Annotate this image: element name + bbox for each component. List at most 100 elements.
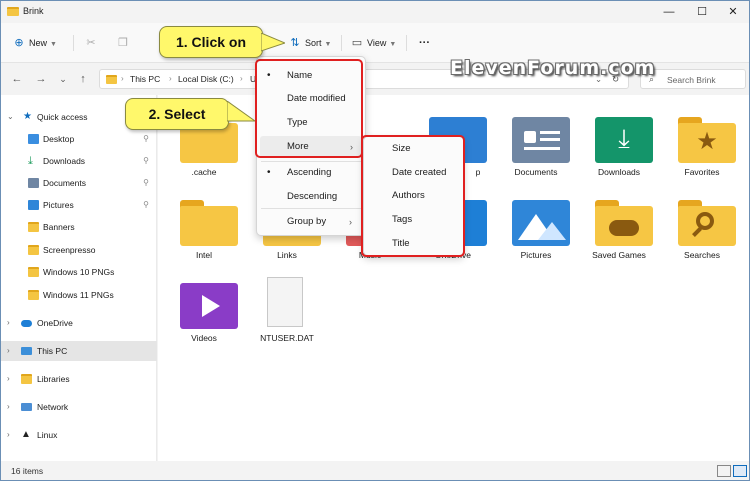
view-icon: ▭ bbox=[351, 37, 363, 49]
sidebar-item-documents[interactable]: Documents ⚲ bbox=[1, 173, 157, 193]
folder-item-pictures[interactable]: Pictures bbox=[498, 182, 574, 262]
sidebar-item-windows-10-pngs[interactable]: Windows 10 PNGs bbox=[1, 262, 157, 282]
sidebar-item-label: Banners bbox=[43, 222, 75, 232]
folder-item-documents[interactable]: Documents bbox=[498, 99, 574, 179]
videos-icon bbox=[180, 283, 238, 329]
chevron-down-icon: ⌄ bbox=[7, 112, 14, 121]
sidebar-item-screenpresso[interactable]: Screenpresso bbox=[1, 240, 157, 260]
sidebar-item-linux[interactable]: › ▲ Linux bbox=[1, 425, 157, 445]
sort-menu-item-descending[interactable]: Descending bbox=[257, 186, 365, 208]
network-icon bbox=[21, 403, 32, 411]
minimize-button[interactable]: — bbox=[653, 1, 685, 23]
item-label: Saved Games bbox=[592, 250, 646, 260]
scissors-icon: ✂ bbox=[86, 37, 96, 49]
selected-bullet-icon: • bbox=[267, 167, 271, 178]
large-icons-view-icon[interactable] bbox=[733, 465, 747, 477]
sidebar-item-onedrive[interactable]: › OneDrive bbox=[1, 313, 157, 333]
chevron-right-icon: › bbox=[7, 430, 10, 439]
toolbar-divider bbox=[341, 35, 342, 51]
menu-divider bbox=[261, 208, 361, 209]
pin-icon[interactable]: ⚲ bbox=[143, 151, 149, 171]
new-button[interactable]: ⊕ New ▼ bbox=[13, 35, 57, 51]
chevron-right-icon: › bbox=[7, 402, 10, 411]
pictures-icon bbox=[28, 200, 39, 210]
documents-icon bbox=[512, 117, 570, 163]
item-label: Searches bbox=[684, 250, 720, 260]
folder-icon bbox=[28, 290, 39, 300]
cut-button[interactable]: ✂ bbox=[85, 35, 101, 51]
recent-locations-icon[interactable]: ⌄ bbox=[55, 71, 71, 87]
searches-icon bbox=[678, 200, 736, 246]
view-button[interactable]: ▭ View ▼ bbox=[351, 35, 397, 51]
star-icon: ★ bbox=[23, 111, 32, 122]
sidebar-item-pictures[interactable]: Pictures ⚲ bbox=[1, 195, 157, 215]
sort-menu-item-ascending[interactable]: • Ascending bbox=[257, 162, 365, 184]
sidebar-item-downloads[interactable]: ⤓ Downloads ⚲ bbox=[1, 151, 157, 171]
menu-item-label: Group by bbox=[287, 216, 327, 227]
toolbar-divider bbox=[406, 35, 407, 51]
pin-icon[interactable]: ⚲ bbox=[143, 173, 149, 193]
folder-icon bbox=[28, 267, 39, 277]
pin-icon[interactable]: ⚲ bbox=[143, 129, 149, 149]
details-view-icon[interactable] bbox=[717, 465, 731, 477]
folder-item-saved-games[interactable]: Saved Games bbox=[581, 182, 657, 262]
maximize-button[interactable]: ☐ bbox=[686, 1, 718, 23]
new-label: New bbox=[29, 38, 48, 48]
pin-icon[interactable]: ⚲ bbox=[143, 195, 149, 215]
item-label: .cache bbox=[191, 167, 217, 177]
item-label: NTUSER.DAT bbox=[260, 333, 314, 343]
see-more-button[interactable]: ··· bbox=[419, 35, 430, 51]
back-icon[interactable]: ← bbox=[9, 71, 25, 87]
sidebar-item-label: Libraries bbox=[37, 374, 70, 384]
sidebar-item-this-pc[interactable]: › This PC bbox=[1, 341, 157, 361]
plus-icon: ⊕ bbox=[14, 37, 24, 49]
sort-menu-item-group-by[interactable]: Group by › bbox=[257, 211, 365, 233]
breadcrumb-this-pc[interactable]: This PC bbox=[130, 74, 160, 84]
elevenforum-watermark: ElevenForum.com bbox=[450, 57, 656, 79]
breadcrumb-separator: › bbox=[121, 74, 124, 83]
sidebar-item-label: Screenpresso bbox=[43, 245, 96, 255]
chevron-down-icon: ▼ bbox=[324, 41, 332, 48]
sort-button[interactable]: ⇅ Sort ▼ bbox=[289, 35, 331, 51]
sidebar-item-label: This PC bbox=[37, 346, 68, 356]
search-box[interactable]: ⌕ Search Brink bbox=[640, 69, 746, 89]
sidebar-item-label: Downloads bbox=[43, 156, 86, 166]
sidebar-item-windows-11-pngs[interactable]: Windows 11 PNGs bbox=[1, 285, 157, 305]
file-item-ntuser-dat[interactable]: NTUSER.DAT bbox=[249, 265, 325, 345]
computer-icon bbox=[21, 347, 32, 355]
desktop-icon bbox=[28, 134, 39, 144]
highlight-box-more-options bbox=[361, 135, 465, 257]
sidebar-item-label: Pictures bbox=[43, 200, 74, 210]
highlight-box-sort-options bbox=[255, 59, 363, 158]
folder-item-favorites[interactable]: ★ Favorites bbox=[664, 99, 740, 179]
folder-icon bbox=[180, 200, 238, 246]
item-label: Links bbox=[277, 250, 297, 260]
sidebar-item-libraries[interactable]: › Libraries bbox=[1, 369, 157, 389]
folder-item-downloads[interactable]: ⤓ Downloads bbox=[581, 99, 657, 179]
forward-icon[interactable]: → bbox=[33, 71, 49, 87]
favorites-icon: ★ bbox=[678, 117, 736, 163]
sidebar-item-banners[interactable]: Banners bbox=[1, 217, 157, 237]
folder-item-intel[interactable]: Intel bbox=[166, 182, 242, 262]
folder-item-videos[interactable]: Videos bbox=[166, 265, 242, 345]
folder-app-icon bbox=[7, 7, 19, 16]
close-button[interactable]: ✕ bbox=[717, 1, 749, 23]
toolbar-divider bbox=[73, 35, 74, 51]
up-icon[interactable]: ↑ bbox=[75, 71, 91, 87]
item-label: Favorites bbox=[684, 167, 720, 177]
sidebar-item-desktop[interactable]: Desktop ⚲ bbox=[1, 129, 157, 149]
breadcrumb-local-disk[interactable]: Local Disk (C:) bbox=[178, 74, 234, 84]
breadcrumb-separator: › bbox=[169, 74, 172, 83]
folder-icon bbox=[28, 245, 39, 255]
chevron-down-icon: ▼ bbox=[50, 41, 57, 48]
copy-button[interactable]: ❐ bbox=[117, 35, 133, 51]
sort-arrows-icon: ⇅ bbox=[290, 37, 300, 49]
item-label: Documents bbox=[514, 167, 558, 177]
chevron-down-icon: ▼ bbox=[389, 41, 397, 48]
sidebar-item-label: Network bbox=[37, 402, 69, 412]
sidebar-item-label: Desktop bbox=[43, 134, 75, 144]
folder-item-searches[interactable]: Searches bbox=[664, 182, 740, 262]
callout-step-1: 1. Click on bbox=[159, 26, 263, 58]
sidebar-item-network[interactable]: › Network bbox=[1, 397, 157, 417]
callout-step-2: 2. Select bbox=[125, 98, 229, 130]
